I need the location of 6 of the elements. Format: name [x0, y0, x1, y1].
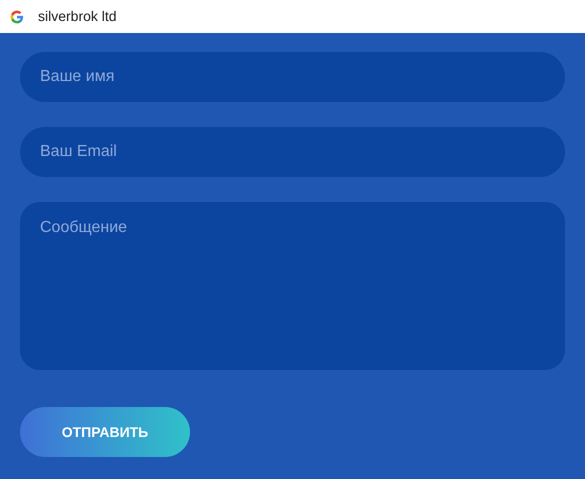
submit-button[interactable]: ОТПРАВИТЬ — [20, 407, 190, 457]
input-field[interactable]: Ваше имя — [20, 52, 565, 102]
google-icon — [10, 10, 24, 24]
input-field[interactable]: Ваш Email — [20, 127, 565, 177]
page-title: silverbrok ltd — [38, 7, 117, 26]
message-field[interactable]: Сообщение — [20, 202, 565, 370]
